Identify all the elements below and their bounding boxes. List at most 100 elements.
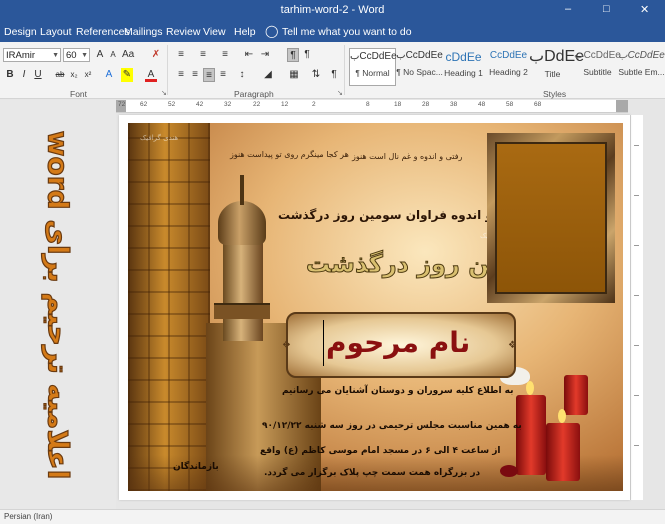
justify-icon[interactable]: ≡: [217, 68, 229, 82]
tell-me-search[interactable]: Tell me what you want to do: [282, 26, 412, 38]
flame-icon: [526, 381, 534, 395]
shrine-pattern: [128, 123, 210, 491]
tab-design[interactable]: Design: [4, 26, 37, 38]
shading-icon[interactable]: ◢: [262, 68, 274, 82]
ornament-icon: ❖: [282, 340, 291, 351]
style-title[interactable]: بDdEe Title: [529, 48, 584, 86]
tab-references[interactable]: References: [76, 26, 130, 38]
font-size-combo[interactable]: 60 ▼: [63, 48, 90, 62]
maximize-icon[interactable]: □: [603, 3, 610, 15]
poem-left: هر کجا مینگرم روی تو پیداست هنوز: [230, 150, 349, 159]
tab-layout[interactable]: Layout: [40, 26, 72, 38]
change-case-icon[interactable]: Aa: [122, 48, 134, 62]
divider: [167, 45, 168, 95]
style-name: Subtle Em...: [618, 67, 665, 77]
style-name: ¶ Normal: [355, 68, 390, 78]
horizontal-ruler[interactable]: 72 62 52 42 32 22 12 2 8 18 28 38 48 58 …: [116, 100, 628, 113]
style-preview: بCcDdEe: [396, 50, 443, 61]
ruler-label: 62: [140, 101, 148, 108]
ruler-label: 28: [422, 101, 430, 108]
font-dialog-launcher-icon[interactable]: ↘: [161, 89, 167, 97]
promo-vertical-text: اعلامیه ترحیم برای word: [41, 130, 75, 480]
style-subtle-emphasis[interactable]: بCcDdEe Subtle Em...: [618, 48, 665, 86]
paragraph-dialog-launcher-icon[interactable]: ↘: [337, 89, 343, 97]
ruler-label: 52: [168, 101, 176, 108]
ruler-label: 12: [281, 101, 289, 108]
italic-icon[interactable]: I: [18, 68, 30, 82]
minaret-tower: [223, 241, 263, 341]
poem-right: رفتی و اندوه و غم نال است هنوز: [352, 152, 463, 161]
style-no-spacing[interactable]: بCcDdEe ¶ No Spac...: [396, 48, 443, 86]
underline-icon[interactable]: U: [32, 68, 44, 82]
ltr-direction-icon[interactable]: ¶: [301, 48, 313, 62]
style-preview: بCcDdEe: [574, 50, 621, 61]
shrink-font-icon[interactable]: A: [107, 48, 119, 62]
ribbon-tabs: Design Layout References Mailings Review…: [0, 22, 665, 42]
increase-indent-icon[interactable]: ⇥: [259, 48, 271, 62]
sort-icon[interactable]: ⇅: [310, 68, 322, 82]
style-name: Heading 2: [489, 67, 528, 77]
vertical-ruler[interactable]: [630, 115, 643, 500]
body-line-2: از ساعت ۴ الی ۶ در مسجد امام موسی کاظم (…: [260, 446, 501, 456]
status-language[interactable]: Persian (Iran): [4, 512, 52, 521]
style-name: Heading 1: [444, 68, 483, 78]
style-name: Title: [544, 69, 561, 79]
clear-formatting-icon[interactable]: ✗: [150, 48, 162, 62]
ruler-label: 72: [118, 101, 126, 108]
highlight-icon[interactable]: ✎: [121, 68, 133, 82]
title-bar: tarhim-word-2 - Word – □ ✕: [0, 0, 665, 22]
text-effects-icon[interactable]: A: [103, 68, 115, 82]
tab-view[interactable]: View: [203, 26, 226, 38]
align-center-icon[interactable]: ≡: [189, 68, 201, 82]
ruler-label: 42: [196, 101, 204, 108]
superscript-icon[interactable]: x²: [82, 68, 94, 82]
font-color-icon[interactable]: A: [145, 68, 157, 82]
minaret-dome: [218, 201, 266, 245]
ruler-label: 18: [394, 101, 402, 108]
ruler-label: 38: [450, 101, 458, 108]
close-icon[interactable]: ✕: [640, 3, 649, 16]
text-cursor: [323, 320, 324, 366]
grow-font-icon[interactable]: A: [94, 48, 106, 62]
rose-icon: [500, 465, 518, 477]
decrease-indent-icon[interactable]: ⇤: [243, 48, 255, 62]
subscript-icon[interactable]: x₂: [68, 68, 80, 82]
style-subtitle[interactable]: بCcDdEe Subtitle: [574, 48, 621, 86]
style-normal[interactable]: بCcDdEe ¶ Normal: [349, 48, 397, 86]
ruler-label: 8: [366, 101, 370, 108]
flame-icon: [558, 409, 566, 423]
ruler-tick: [634, 445, 639, 446]
align-right-icon[interactable]: ≡: [203, 68, 215, 82]
minimize-icon[interactable]: –: [565, 3, 571, 15]
tab-review[interactable]: Review: [166, 26, 200, 38]
numbering-icon[interactable]: ≡: [197, 48, 209, 62]
style-name: ¶ No Spac...: [396, 67, 443, 77]
borders-icon[interactable]: ▦: [288, 68, 300, 82]
group-styles-label: Styles: [543, 89, 567, 99]
lightbulb-icon: ◯: [265, 24, 279, 38]
tab-help[interactable]: Help: [234, 26, 256, 38]
deceased-name[interactable]: نام مرحوم: [326, 326, 470, 359]
bullets-icon[interactable]: ≡: [175, 48, 187, 62]
tab-mailings[interactable]: Mailings: [124, 26, 163, 38]
rtl-direction-icon[interactable]: ¶: [287, 48, 299, 62]
style-heading-2[interactable]: CcDdEe Heading 2: [485, 48, 532, 86]
align-left-icon[interactable]: ≡: [175, 68, 187, 82]
ruler-label: 2: [312, 101, 316, 108]
strikethrough-icon[interactable]: ab: [54, 68, 66, 82]
ruler-label: 58: [506, 101, 514, 108]
photo-placeholder[interactable]: [495, 142, 607, 294]
style-heading-1[interactable]: cDdEe Heading 1: [440, 48, 487, 86]
font-name-combo[interactable]: IRAmir ▼: [3, 48, 61, 62]
show-formatting-icon[interactable]: ¶: [328, 68, 340, 82]
style-preview: CcDdEe: [489, 50, 528, 61]
bold-icon[interactable]: B: [4, 68, 16, 82]
ruler-label: 68: [534, 101, 542, 108]
multilevel-list-icon[interactable]: ≡: [219, 48, 231, 62]
ruler-tick: [634, 145, 639, 146]
ruler-tick: [634, 395, 639, 396]
font-name-value: IRAmir: [6, 50, 36, 61]
line-spacing-icon[interactable]: ↕: [236, 68, 248, 82]
chevron-down-icon: ▼: [52, 52, 59, 59]
ruler-margin-right: [616, 100, 628, 112]
